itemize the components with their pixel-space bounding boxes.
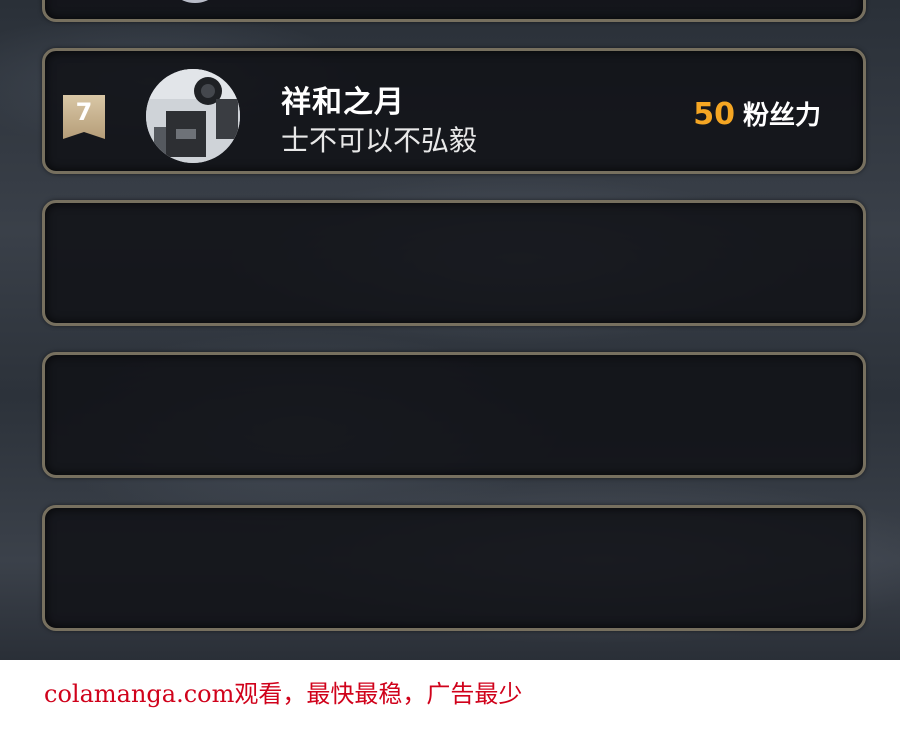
avatar[interactable] (146, 69, 240, 163)
camera-photo-icon (146, 69, 240, 163)
score-unit: 粉丝力 (742, 101, 821, 131)
ranking-card-empty (42, 505, 866, 631)
ranking-card[interactable]: 7 祥和之月 士不可以不弘毅 50 粉丝力 (42, 48, 866, 174)
rank-badge: 7 (63, 95, 105, 139)
rank-number: 7 (75, 98, 93, 126)
ranking-card-empty (42, 352, 866, 478)
watermark-text: colamanga.com观看，最快最稳，广告最少 (44, 680, 523, 708)
fan-power-score: 50 粉丝力 (693, 95, 821, 132)
avatar (165, 0, 225, 3)
ranking-card-empty (42, 200, 866, 326)
user-name: 祥和之月 (281, 85, 405, 120)
user-motto: 士不可以不弘毅 (281, 124, 478, 157)
ranking-card-previous[interactable] (42, 0, 866, 22)
score-value: 50 (693, 97, 735, 132)
